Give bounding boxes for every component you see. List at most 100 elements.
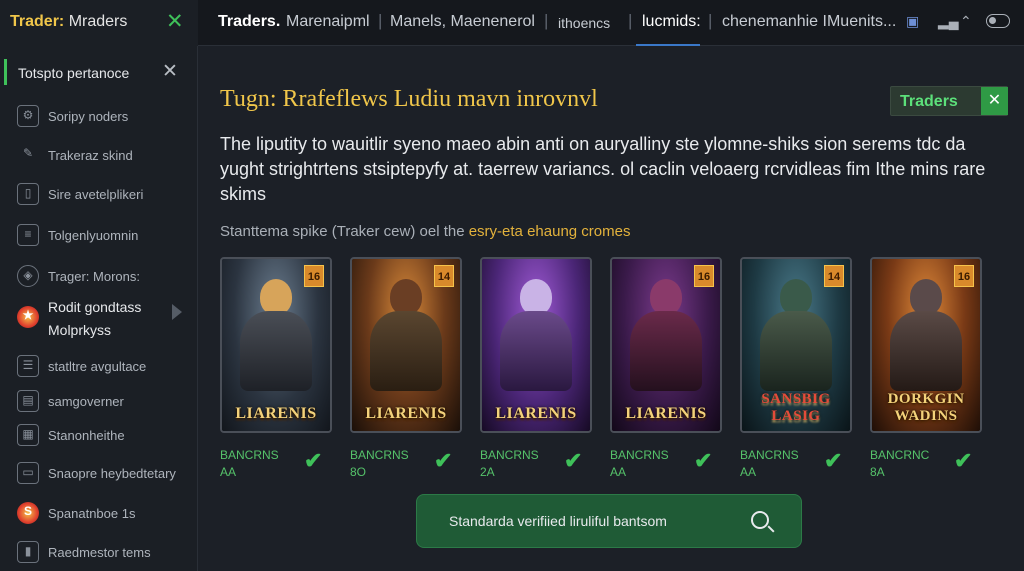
sidebar-item-samgoverner[interactable]: ▤ samgoverner	[0, 384, 198, 418]
brand-prefix: Trader:	[10, 13, 65, 30]
card-title: LIARENIS	[235, 405, 317, 422]
brand-title: Trader: Mraders	[10, 13, 127, 31]
sidebar-item-label: Trakeraz skind	[48, 148, 133, 163]
tab-separator: |	[544, 11, 549, 30]
sidebar-item-label: Tolgenlyuomnin	[48, 228, 139, 243]
sidebar-item-raedmestor-tems[interactable]: ▮ Raedmestor tems	[0, 535, 198, 569]
sidebar-item-label: statltre avgultace	[48, 359, 147, 374]
character-head	[520, 279, 552, 315]
doc-icon: ≡	[17, 224, 39, 246]
check-icon[interactable]: ✔	[434, 448, 452, 474]
s-badge-icon: S	[17, 502, 39, 524]
level-badge: 16	[954, 265, 974, 287]
character-head	[260, 279, 292, 315]
skin-card[interactable]: 16 LIARENIS	[610, 257, 722, 433]
character-body	[370, 311, 442, 391]
card-title: SANSBIG LASIG	[761, 391, 831, 424]
level-badge: 16	[694, 265, 714, 287]
character-head	[910, 279, 942, 315]
card-title: DORKGIN WADINS	[887, 391, 965, 424]
gear-icon: ⚙	[17, 105, 39, 127]
character-body	[500, 311, 572, 391]
tab-separator: |	[628, 11, 633, 30]
sidebar-item-stanonheithe[interactable]: ▦ Stanonheithe	[0, 418, 198, 452]
skin-card[interactable]: LIARENIS	[480, 257, 592, 433]
character-head	[780, 279, 812, 315]
character-body	[890, 311, 962, 391]
sidebar-item-label: Trager: Morons:	[48, 269, 140, 284]
close-icon[interactable]: ✕	[166, 9, 184, 34]
search-icon[interactable]	[751, 511, 769, 529]
skin-card[interactable]: 16 LIARENIS	[220, 257, 332, 433]
character-body	[760, 311, 832, 391]
toggle-icon[interactable]	[986, 14, 1010, 28]
check-icon[interactable]: ✔	[694, 448, 712, 474]
app-icon[interactable]: ▣	[906, 13, 919, 30]
tab-separator: |	[378, 11, 383, 30]
caption-line: BANCRNS	[740, 448, 799, 462]
skin-card[interactable]: 14 SANSBIG LASIG	[740, 257, 852, 433]
sidebar-item-tolgenlyuomnin[interactable]: ≡ Tolgenlyuomnin	[0, 218, 198, 252]
sidebar-header-label: Totspto pertanoce	[18, 65, 130, 81]
card-title: LIARENIS	[625, 405, 707, 422]
tab-ithoencs[interactable]: ithoencs	[558, 15, 610, 31]
sidebar-item-statltre-avgultace[interactable]: ☰ statltre avgultace	[0, 349, 198, 383]
close-icon[interactable]: ✕	[162, 60, 178, 83]
tab-chenemanhie[interactable]: chenemanhie IMuenits...	[722, 13, 896, 31]
check-icon[interactable]: ✔	[824, 448, 842, 474]
sidebar-item-trakeraz-skind[interactable]: ✎ Trakeraz skind	[0, 138, 198, 172]
caption-line: BANCRNC	[870, 448, 930, 462]
caption-line: 8O	[350, 465, 367, 479]
box-icon: ▦	[17, 424, 39, 446]
sidebar-item-soripy-noders[interactable]: ⚙ Soripy noders	[0, 99, 198, 133]
list-icon: ☰	[17, 355, 39, 377]
description-text: The liputity to wauitlir syeno maeo abin…	[220, 134, 986, 204]
check-icon[interactable]: ✔	[954, 448, 972, 474]
character-body	[630, 311, 702, 391]
active-indicator	[4, 59, 7, 85]
stack-icon: ▤	[17, 390, 39, 412]
caption-line: BANCRNS	[350, 448, 409, 462]
level-badge: 14	[434, 265, 454, 287]
sidebar-item-label: Raedmestor tems	[48, 545, 151, 560]
subheading-text: Stanttema spike (Traker cew) oel the	[220, 223, 465, 240]
caption-line: 2A	[480, 465, 495, 479]
subheading-highlight: esry-eta ehaung cromes	[468, 223, 631, 240]
check-icon[interactable]: ✔	[564, 448, 582, 474]
sidebar-item-label: Spanatnboe 1s	[48, 506, 136, 521]
sidebar-item-sire-avetelplikeri[interactable]: ▯ Sire avetelplikeri	[0, 177, 198, 211]
traders-badge[interactable]: Traders ✕	[890, 86, 1008, 116]
verified-search-button[interactable]: Standarda verifiied liruliful bantsom	[416, 494, 802, 548]
shield-icon: ◈	[17, 265, 39, 287]
card-caption: BANCRNS AA ✔	[740, 448, 852, 484]
traders-badge-label: Traders	[900, 93, 958, 110]
sidebar-item-label: Stanonheithe	[48, 428, 125, 443]
skin-card[interactable]: 16 DORKGIN WADINS	[870, 257, 982, 433]
tag-icon: ▮	[17, 541, 39, 563]
tab-separator: |	[708, 11, 713, 30]
sidebar-item-spanatnboe[interactable]: S Spanatnboe 1s	[0, 496, 198, 530]
close-icon[interactable]: ✕	[981, 87, 1008, 115]
brand-area: Trader: Mraders ✕	[0, 0, 198, 46]
sidebar-item-rodit-gondtass[interactable]: ★ Rodit gondtass Molprkyss	[0, 296, 198, 344]
check-icon[interactable]: ✔	[304, 448, 322, 474]
wifi-icon[interactable]: ⌃	[960, 13, 972, 30]
tab-lucmids[interactable]: lucmids:	[642, 13, 701, 31]
caption-line: 8A	[870, 465, 885, 479]
tab-marenaipml[interactable]: Marenaipml	[286, 13, 370, 31]
skin-card[interactable]: 14 LIARENIS	[350, 257, 462, 433]
chevron-right-icon[interactable]	[172, 304, 182, 320]
brand-name: Mraders	[68, 13, 128, 30]
card-title: LIARENIS	[365, 405, 447, 422]
character-head	[650, 279, 682, 315]
card-caption: BANCRNC 8A ✔	[870, 448, 982, 484]
tab-traders[interactable]: Traders.	[218, 13, 280, 31]
sidebar-item-trager-morons[interactable]: ◈ Trager: Morons:	[0, 259, 198, 293]
signal-icon[interactable]: ▂▄	[938, 13, 959, 30]
sidebar-item-snaopre-heybedtetary[interactable]: ▭ Snaopre heybedtetary	[0, 456, 198, 490]
tab-manels[interactable]: Manels, Maenenerol	[390, 13, 535, 31]
level-badge: 16	[304, 265, 324, 287]
main-panel: Tugn: Rrafeflews Ludiu mavn inrovnvl Tra…	[198, 46, 1024, 571]
sidebar: Totspto pertanoce ✕ ⚙ Soripy noders ✎ Tr…	[0, 46, 198, 571]
sidebar-header[interactable]: Totspto pertanoce ✕	[0, 56, 198, 90]
